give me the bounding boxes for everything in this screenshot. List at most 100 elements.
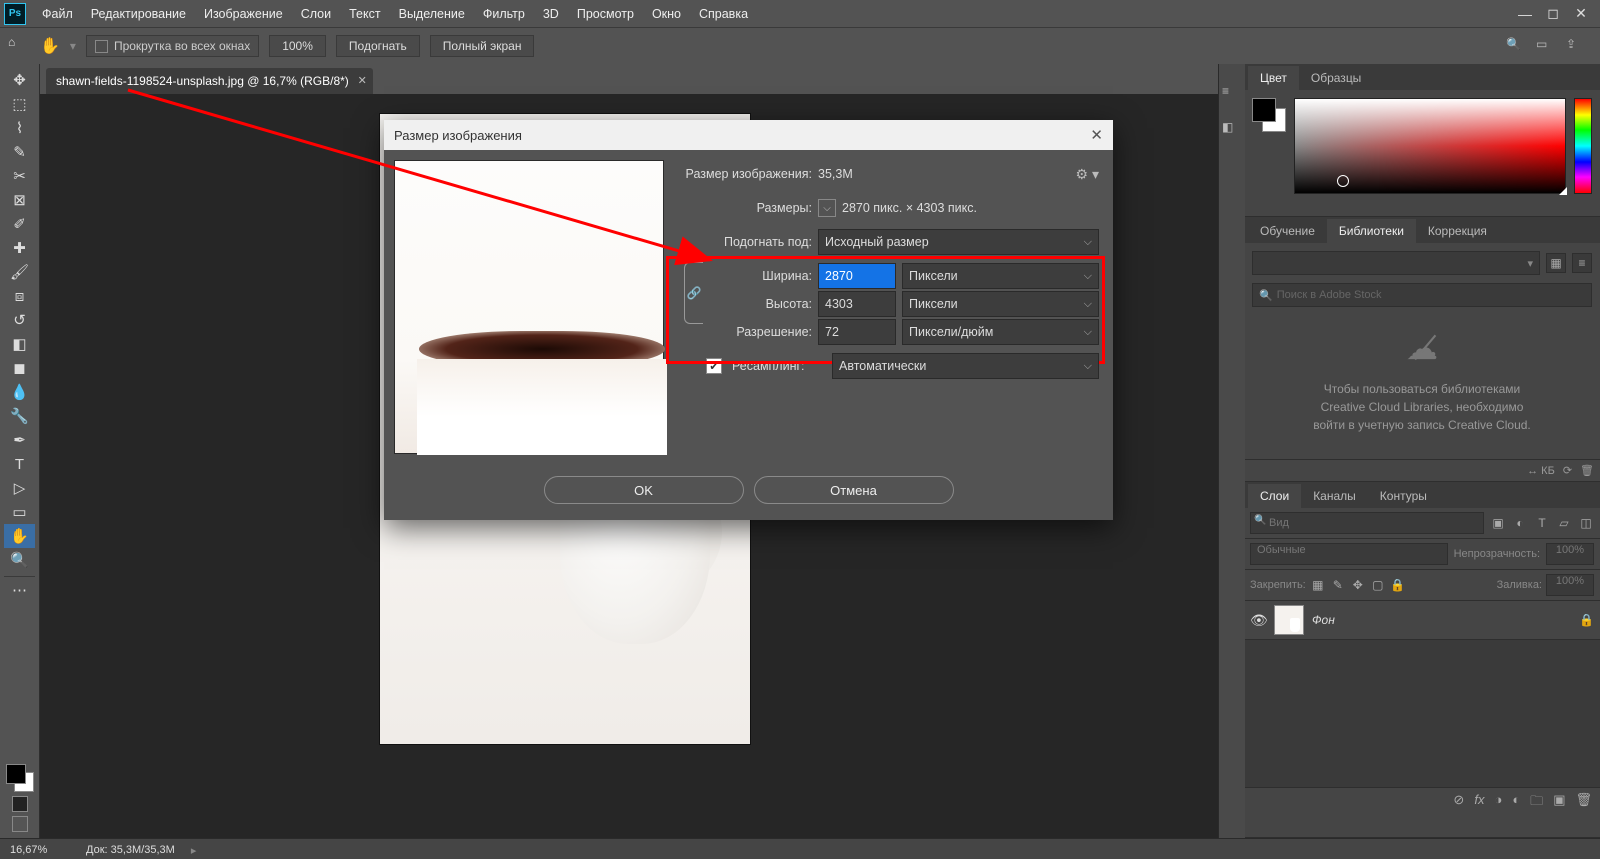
- zoom-readout[interactable]: 16,67%: [10, 844, 70, 856]
- lock-paint-icon[interactable]: ✎: [1330, 577, 1346, 593]
- menu-file[interactable]: Файл: [34, 3, 81, 25]
- grid-view-icon[interactable]: ▦: [1546, 253, 1566, 273]
- blend-mode-select[interactable]: Обычные: [1250, 543, 1448, 565]
- share-icon[interactable]: ⇪: [1566, 37, 1584, 55]
- hand-tool-icon[interactable]: ✋: [4, 524, 35, 548]
- zoom-tool-icon[interactable]: 🔍: [4, 548, 35, 572]
- resample-select[interactable]: Автоматически: [832, 353, 1099, 379]
- pen-tool-icon[interactable]: ✒: [4, 428, 35, 452]
- color-swatch[interactable]: [1252, 98, 1286, 132]
- new-layer-icon[interactable]: ▣: [1553, 792, 1565, 814]
- dimensions-expand-icon[interactable]: ⌵: [818, 199, 836, 217]
- resolution-input[interactable]: [818, 319, 896, 345]
- dialog-titlebar[interactable]: Размер изображения ✕: [384, 120, 1113, 150]
- menu-filter[interactable]: Фильтр: [475, 3, 533, 25]
- tab-paths[interactable]: Контуры: [1368, 484, 1439, 508]
- fg-bg-swatch[interactable]: [6, 764, 34, 792]
- tab-libraries[interactable]: Библиотеки: [1327, 219, 1416, 243]
- opacity-input[interactable]: 100%: [1546, 543, 1594, 565]
- tab-layers[interactable]: Слои: [1248, 484, 1301, 508]
- lock-artboard-icon[interactable]: ▢: [1370, 577, 1386, 593]
- menu-image[interactable]: Изображение: [196, 3, 291, 25]
- fx-icon[interactable]: fx: [1474, 792, 1484, 814]
- menu-select[interactable]: Выделение: [391, 3, 473, 25]
- filter-shape-icon[interactable]: ▱: [1556, 515, 1572, 531]
- resolution-unit-select[interactable]: Пиксели/дюйм: [902, 319, 1099, 345]
- gradient-tool-icon[interactable]: ◼: [4, 356, 35, 380]
- lock-pixels-icon[interactable]: ▦: [1310, 577, 1326, 593]
- filter-smart-icon[interactable]: ◫: [1578, 515, 1594, 531]
- home-icon[interactable]: ⌂: [8, 35, 30, 57]
- frame-tool-icon[interactable]: ⊠: [4, 188, 35, 212]
- heal-tool-icon[interactable]: ✚: [4, 236, 35, 260]
- blur-tool-icon[interactable]: 💧: [4, 380, 35, 404]
- screenmode-icon[interactable]: [12, 816, 28, 832]
- tab-close-icon[interactable]: ✕: [358, 74, 367, 87]
- menu-edit[interactable]: Редактирование: [83, 3, 194, 25]
- tab-learn[interactable]: Обучение: [1248, 219, 1327, 243]
- menu-text[interactable]: Текст: [341, 3, 388, 25]
- hue-slider[interactable]: [1574, 98, 1592, 194]
- group-icon[interactable]: 🗀: [1530, 792, 1543, 814]
- history-brush-tool-icon[interactable]: ↺: [4, 308, 35, 332]
- marquee-tool-icon[interactable]: ⬚: [4, 92, 35, 116]
- quick-select-tool-icon[interactable]: ✎: [4, 140, 35, 164]
- fullscreen-button[interactable]: Полный экран: [430, 35, 535, 57]
- cancel-button[interactable]: Отмена: [754, 476, 954, 504]
- collapsed-panel-icon[interactable]: ≡: [1222, 84, 1240, 102]
- quickmask-icon[interactable]: [12, 796, 28, 812]
- resample-checkbox[interactable]: ✔: [706, 358, 722, 374]
- document-tab[interactable]: shawn-fields-1198524-unsplash.jpg @ 16,7…: [46, 68, 373, 94]
- sync-icon[interactable]: ⟳: [1563, 464, 1572, 477]
- move-tool-icon[interactable]: ✥: [4, 68, 35, 92]
- adjustment-icon[interactable]: ◐: [1512, 792, 1520, 814]
- workspace-icon[interactable]: ▭: [1536, 37, 1554, 55]
- tab-adjustments[interactable]: Коррекция: [1416, 219, 1499, 243]
- path-select-tool-icon[interactable]: ▷: [4, 476, 35, 500]
- resize-grip-icon[interactable]: [1559, 187, 1567, 195]
- height-input[interactable]: [818, 291, 896, 317]
- width-input[interactable]: [818, 263, 896, 289]
- lasso-tool-icon[interactable]: ⌇: [4, 116, 35, 140]
- tab-channels[interactable]: Каналы: [1301, 484, 1368, 508]
- height-unit-select[interactable]: Пиксели: [902, 291, 1099, 317]
- text-tool-icon[interactable]: T: [4, 452, 35, 476]
- menu-3d[interactable]: 3D: [535, 3, 567, 25]
- eyedropper-tool-icon[interactable]: ✐: [4, 212, 35, 236]
- layer-thumbnail[interactable]: [1274, 605, 1304, 635]
- menu-view[interactable]: Просмотр: [569, 3, 642, 25]
- lock-all-icon[interactable]: 🔒: [1390, 577, 1406, 593]
- library-select[interactable]: [1252, 251, 1540, 275]
- list-view-icon[interactable]: ≡: [1572, 253, 1592, 273]
- link-layers-icon[interactable]: ⊘: [1453, 792, 1464, 814]
- lock-move-icon[interactable]: ✥: [1350, 577, 1366, 593]
- menu-layers[interactable]: Слои: [293, 3, 339, 25]
- close-icon[interactable]: ✕: [1574, 7, 1588, 21]
- width-unit-select[interactable]: Пиксели: [902, 263, 1099, 289]
- hand-tool-icon[interactable]: ✋: [40, 36, 60, 56]
- filter-text-icon[interactable]: T: [1534, 515, 1550, 531]
- mask-icon[interactable]: ◑: [1494, 792, 1502, 814]
- search-icon[interactable]: 🔍: [1506, 37, 1524, 55]
- trash-icon[interactable]: 🗑: [1580, 464, 1594, 477]
- constrain-link-icon[interactable]: 🔗: [684, 262, 703, 324]
- delete-layer-icon[interactable]: 🗑: [1575, 792, 1592, 814]
- scroll-all-checkbox[interactable]: Прокрутка во всех окнах: [86, 35, 259, 57]
- zoom-100-button[interactable]: 100%: [269, 35, 326, 57]
- filter-image-icon[interactable]: ▣: [1490, 515, 1506, 531]
- menu-help[interactable]: Справка: [691, 3, 756, 25]
- dialog-close-icon[interactable]: ✕: [1090, 126, 1103, 144]
- tab-swatches[interactable]: Образцы: [1299, 66, 1373, 90]
- crop-tool-icon[interactable]: ✂: [4, 164, 35, 188]
- collapsed-panel-icon[interactable]: ◧: [1222, 120, 1240, 138]
- tab-color[interactable]: Цвет: [1248, 66, 1299, 90]
- stamp-tool-icon[interactable]: ⧈: [4, 284, 35, 308]
- fit-button[interactable]: Подогнать: [336, 35, 420, 57]
- filter-adjust-icon[interactable]: ◐: [1512, 515, 1528, 531]
- menu-window[interactable]: Окно: [644, 3, 689, 25]
- brush-tool-icon[interactable]: 🖌: [4, 260, 35, 284]
- ok-button[interactable]: OK: [544, 476, 744, 504]
- stock-search-input[interactable]: 🔍 Поиск в Adobe Stock: [1252, 283, 1592, 307]
- layer-filter-input[interactable]: [1250, 512, 1484, 534]
- visibility-icon[interactable]: 👁: [1250, 612, 1266, 629]
